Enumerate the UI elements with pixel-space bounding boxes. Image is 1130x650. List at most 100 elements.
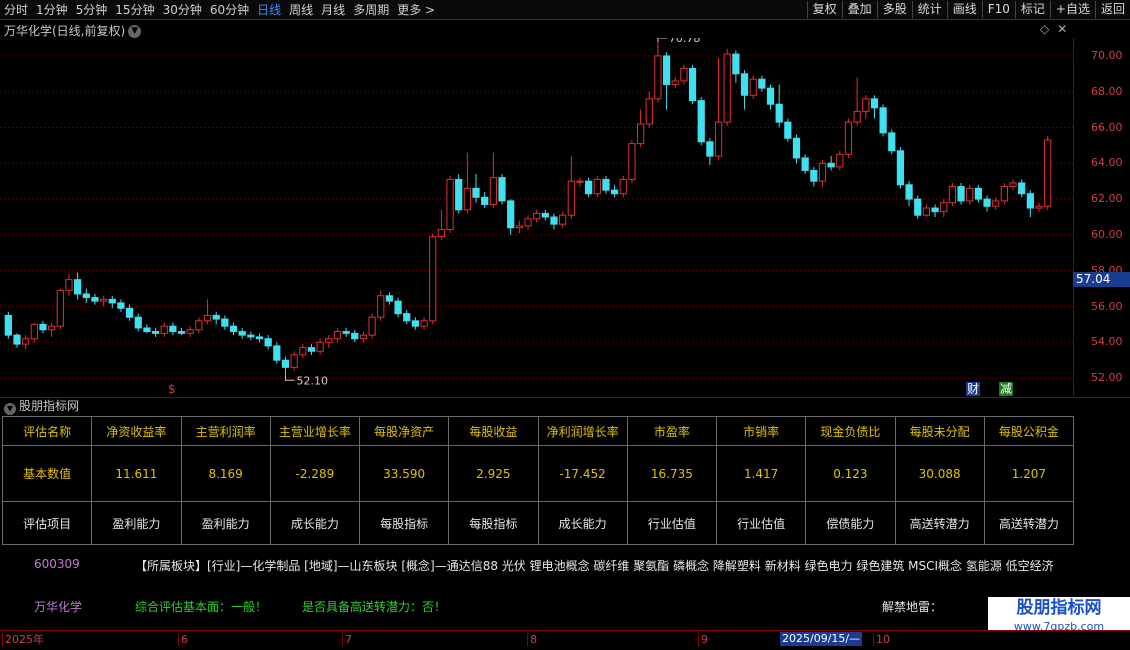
candle-body-down (610, 189, 619, 195)
candle-body-up (966, 187, 974, 202)
candle-body-up (30, 323, 38, 340)
toolbar-button[interactable]: F10 (981, 1, 1015, 18)
metric-header-cell: 市盈率 (626, 416, 718, 446)
candle-body-up (576, 180, 584, 183)
candle-body-up (463, 187, 471, 211)
metric-category-cell: 盈利能力 (180, 501, 271, 545)
price-tick-label: 70.00 (1091, 48, 1123, 62)
toolbar-button[interactable]: 返回 (1094, 1, 1130, 18)
candle-body-down (13, 334, 21, 345)
period-tab[interactable]: 30分钟 (163, 2, 202, 18)
candle-body-up (48, 325, 56, 331)
candle-body-down (247, 334, 255, 338)
candle-body-down (74, 279, 82, 295)
diamond-icon[interactable]: ◇ (1040, 22, 1057, 36)
period-tab[interactable]: 更多 > (397, 2, 435, 18)
toolbar-button[interactable]: 统计 (911, 1, 947, 18)
chart-title-bar[interactable]: 万华化学(日线,前复权) ▼ (4, 22, 142, 39)
price-tick-label: 54.00 (1091, 335, 1123, 349)
period-tab[interactable]: 日线 (257, 2, 281, 18)
candle-body-up (515, 225, 523, 229)
period-tab[interactable]: 1分钟 (36, 2, 68, 18)
indicator-panel-title[interactable]: ▼ 股朋指标网 (0, 397, 1130, 415)
metric-value-cell: 8.169 (180, 445, 271, 502)
chevron-down-icon[interactable]: ▼ (128, 25, 142, 38)
candle-body-up (429, 236, 437, 322)
candle-body-down (108, 298, 116, 304)
candle-body-up (671, 80, 679, 86)
candle-body-up (203, 314, 212, 322)
candle-body-up (325, 338, 333, 343)
candle-body-up (65, 279, 73, 291)
toolbar-button[interactable]: 复权 (806, 1, 842, 18)
candle-body-down (91, 297, 99, 302)
candlestick-chart[interactable]: 70.78 52.10 (0, 38, 1130, 396)
last-price-tag: 57.04 (1073, 272, 1130, 287)
stock-code-line: 600309 (34, 557, 80, 571)
toolbar-button[interactable]: 标记 (1014, 1, 1050, 18)
candle-body-up (22, 338, 30, 345)
candle-body-down (403, 313, 411, 322)
candle-body-down (411, 320, 420, 327)
candle-body-up (1044, 139, 1052, 207)
candle-body-down (507, 200, 515, 229)
candle-body-up (948, 186, 957, 204)
candle-body-down (766, 87, 775, 105)
metric-value-cell: 11.611 (91, 445, 182, 502)
price-tick-label: 60.00 (1091, 227, 1123, 241)
metric-header-cell: 市销率 (715, 416, 807, 446)
candle-body-up (567, 180, 575, 216)
metric-category-cell: 每股指标 (448, 501, 539, 545)
toolbar-button[interactable]: +自选 (1049, 1, 1095, 18)
metric-value-cell: 1.417 (715, 445, 807, 502)
candle-body-down (273, 345, 281, 361)
toolbar-button[interactable]: 叠加 (841, 1, 877, 18)
close-icon[interactable]: ✕ (1057, 22, 1075, 36)
candle-body-up (836, 153, 844, 168)
candle-body-up (749, 78, 757, 96)
candle-body-down (801, 157, 809, 171)
period-tab[interactable]: 5分钟 (76, 2, 108, 18)
period-tab[interactable]: 月线 (321, 2, 345, 18)
period-tab[interactable]: 60分钟 (210, 2, 249, 18)
dividend-marker[interactable]: $ (168, 382, 176, 396)
candle-body-up (628, 143, 636, 180)
period-tab[interactable]: 多周期 (353, 2, 389, 18)
candle-body-down (82, 293, 90, 299)
date-axis-label: 2025年 (2, 633, 44, 646)
date-axis-label: 7 (342, 633, 352, 646)
period-tab[interactable]: 15分钟 (115, 2, 154, 18)
candle-body-down (255, 336, 264, 340)
candle-body-down (351, 332, 359, 340)
candle-body-down (758, 78, 766, 89)
candle-body-down (264, 338, 272, 347)
candle-body-up (533, 212, 541, 220)
reduce-holding-marker[interactable]: 减 (999, 382, 1014, 396)
toolbar-button[interactable]: 画线 (946, 1, 982, 18)
fundamentals-table: 评估名称 净资收益率 主营利润率 主营业增长率 每股净资产 每股收益 净利润增长率 市盈率 市销… (1, 416, 1075, 545)
period-tab[interactable]: 分时 (4, 2, 28, 18)
metric-category-cell: 行业估值 (626, 501, 718, 545)
candle-body-up (99, 298, 108, 302)
price-tick-label: 64.00 (1091, 156, 1123, 170)
period-tab[interactable]: 周线 (289, 2, 313, 18)
candle-body-up (636, 123, 645, 145)
candle-body-down (662, 55, 671, 86)
candle-body-down (394, 300, 402, 315)
candle-body-up (714, 121, 723, 157)
candle-body-up (645, 98, 653, 125)
panel-title-label: 股朋指标网 (19, 399, 80, 413)
finance-report-marker[interactable]: 财 (966, 382, 981, 396)
metric-category-cell: 高送转潜力 (983, 501, 1075, 545)
watermark-title: 股朋指标网 (1016, 598, 1102, 618)
candle-body-down (134, 316, 142, 329)
chevron-down-icon[interactable]: ▼ (4, 403, 16, 415)
candle-body-up (559, 214, 567, 225)
toolbar-button[interactable]: 多股 (876, 1, 912, 18)
candle-body-down (472, 187, 480, 198)
candle-body-down (688, 67, 697, 102)
metric-category-cell: 成长能力 (269, 501, 361, 545)
candle-body-up (437, 229, 446, 238)
metric-value-cell: 33.590 (358, 445, 450, 502)
date-axis-label: 10 (873, 633, 890, 646)
